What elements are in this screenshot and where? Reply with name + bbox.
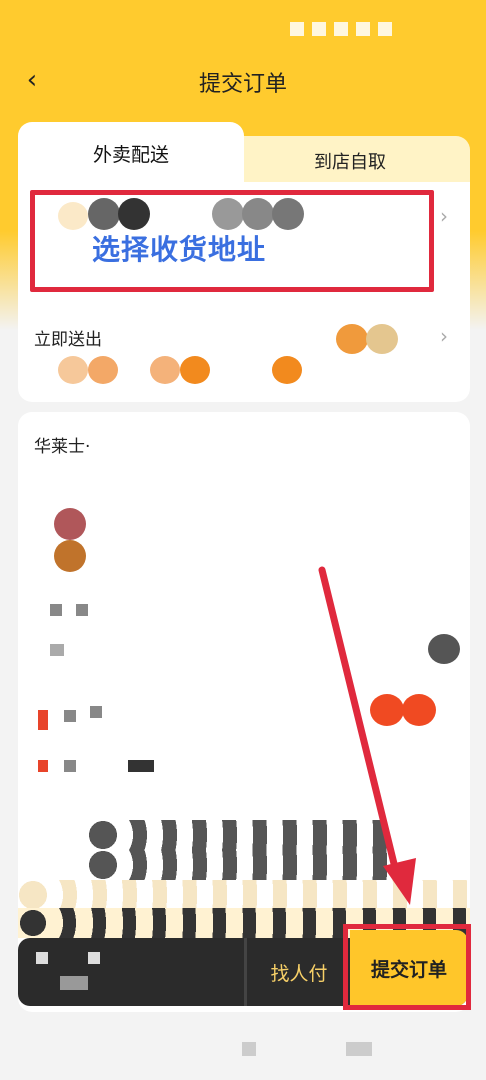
redacted-pixel	[242, 1042, 256, 1056]
arrow-shaft	[318, 566, 402, 884]
annotation-arrow	[318, 566, 416, 905]
arrow-head	[383, 858, 416, 905]
redacted-pixel	[346, 1042, 372, 1056]
